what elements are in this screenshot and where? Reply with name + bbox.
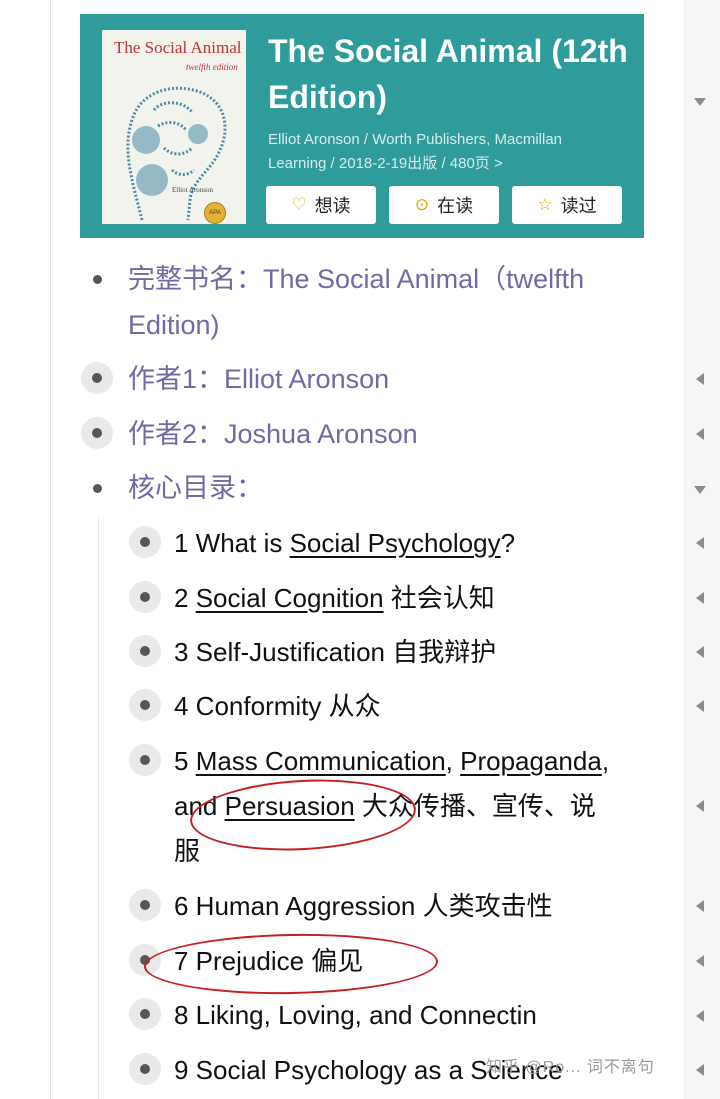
toc-heading: 核心目录：	[128, 473, 263, 503]
expand-arrow-icon[interactable]	[696, 900, 704, 912]
expand-arrow-icon[interactable]	[696, 1010, 704, 1022]
bullet[interactable]	[93, 484, 102, 493]
bullet-collapsed[interactable]	[81, 417, 113, 449]
toc-item-5-line3: 服	[174, 836, 201, 866]
author2-item: 作者2：Joshua Aronson	[128, 419, 418, 449]
collapse-gutter	[684, 0, 720, 1099]
have-read-label: 读过	[560, 196, 597, 216]
bullet-collapsed[interactable]	[129, 635, 161, 667]
cover-title: The Social Animal	[114, 38, 242, 57]
cover-edition: twelfth edition	[186, 62, 238, 72]
social-cognition-link[interactable]: Social Cognition	[196, 583, 384, 613]
bullet-collapsed[interactable]	[129, 526, 161, 558]
toc-item-3: 3 Self-Justification 自我辩护	[174, 637, 497, 667]
expand-arrow-icon[interactable]	[696, 537, 704, 549]
expand-arrow-icon[interactable]	[696, 800, 704, 812]
book-card[interactable]: The Social Animal twelfth edition Elliot…	[80, 14, 644, 238]
cover-author: Elliot Aronson	[172, 186, 214, 194]
bullet-collapsed[interactable]	[129, 581, 161, 613]
collapse-arrow-icon[interactable]	[694, 98, 706, 106]
expand-arrow-icon[interactable]	[696, 646, 704, 658]
bullet-collapsed[interactable]	[129, 744, 161, 776]
book-title[interactable]: The Social Animal (12th Edition)	[268, 28, 628, 120]
toc-item-2: 2 Social Cognition 社会认知	[174, 583, 495, 613]
toc-item-5-line1: 5 Mass Communication, Propaganda,	[174, 746, 610, 776]
bullet-collapsed[interactable]	[129, 998, 161, 1030]
bullet-collapsed[interactable]	[81, 362, 113, 394]
mass-communication-link[interactable]: Mass Communication	[196, 746, 446, 776]
author1-item: 作者1：Elliot Aronson	[128, 364, 390, 394]
bullet-collapsed[interactable]	[129, 1053, 161, 1085]
full-title-item: 完整书名：The Social Animal（twelfth Edition)	[128, 264, 585, 340]
book-meta-link[interactable]: Elliot Aronson / Worth Publishers, Macmi…	[268, 128, 618, 176]
watermark: 知乎 @Ro... 词不离句	[486, 1059, 655, 1076]
propaganda-link[interactable]: Propaganda	[460, 746, 602, 776]
toc-item-8: 8 Liking, Loving, and Connectin	[174, 1000, 537, 1030]
award-seal-icon: APA	[204, 202, 226, 224]
want-to-read-button[interactable]: ♡ 想读	[266, 186, 376, 224]
target-icon: ⊙	[414, 195, 430, 214]
social-psychology-link[interactable]: Social Psychology	[290, 528, 501, 558]
bullet-collapsed[interactable]	[129, 889, 161, 921]
want-to-read-label: 想读	[314, 196, 351, 216]
heart-plus-icon: ♡	[291, 195, 307, 214]
star-icon: ☆	[537, 195, 553, 214]
bullet[interactable]	[93, 275, 102, 284]
expand-arrow-icon[interactable]	[696, 373, 704, 385]
expand-arrow-icon[interactable]	[696, 1064, 704, 1076]
cover-face-illustration	[126, 86, 227, 221]
toc-item-6: 6 Human Aggression 人类攻击性	[174, 891, 553, 921]
expand-arrow-icon[interactable]	[696, 592, 704, 604]
reading-button[interactable]: ⊙ 在读	[389, 186, 499, 224]
bullet-collapsed[interactable]	[129, 689, 161, 721]
have-read-button[interactable]: ☆ 读过	[512, 186, 622, 224]
toc-item-4: 4 Conformity 从众	[174, 691, 381, 721]
expand-arrow-icon[interactable]	[696, 955, 704, 967]
expand-arrow-icon[interactable]	[696, 700, 704, 712]
book-cover[interactable]: The Social Animal twelfth edition Elliot…	[102, 30, 246, 224]
left-divider	[50, 0, 51, 1099]
collapse-arrow-icon[interactable]	[694, 486, 706, 494]
reading-label: 在读	[437, 196, 474, 216]
toc-item-1: 1 What is Social Psychology?	[174, 528, 516, 558]
expand-arrow-icon[interactable]	[696, 428, 704, 440]
toc-indent-line	[98, 518, 99, 1099]
